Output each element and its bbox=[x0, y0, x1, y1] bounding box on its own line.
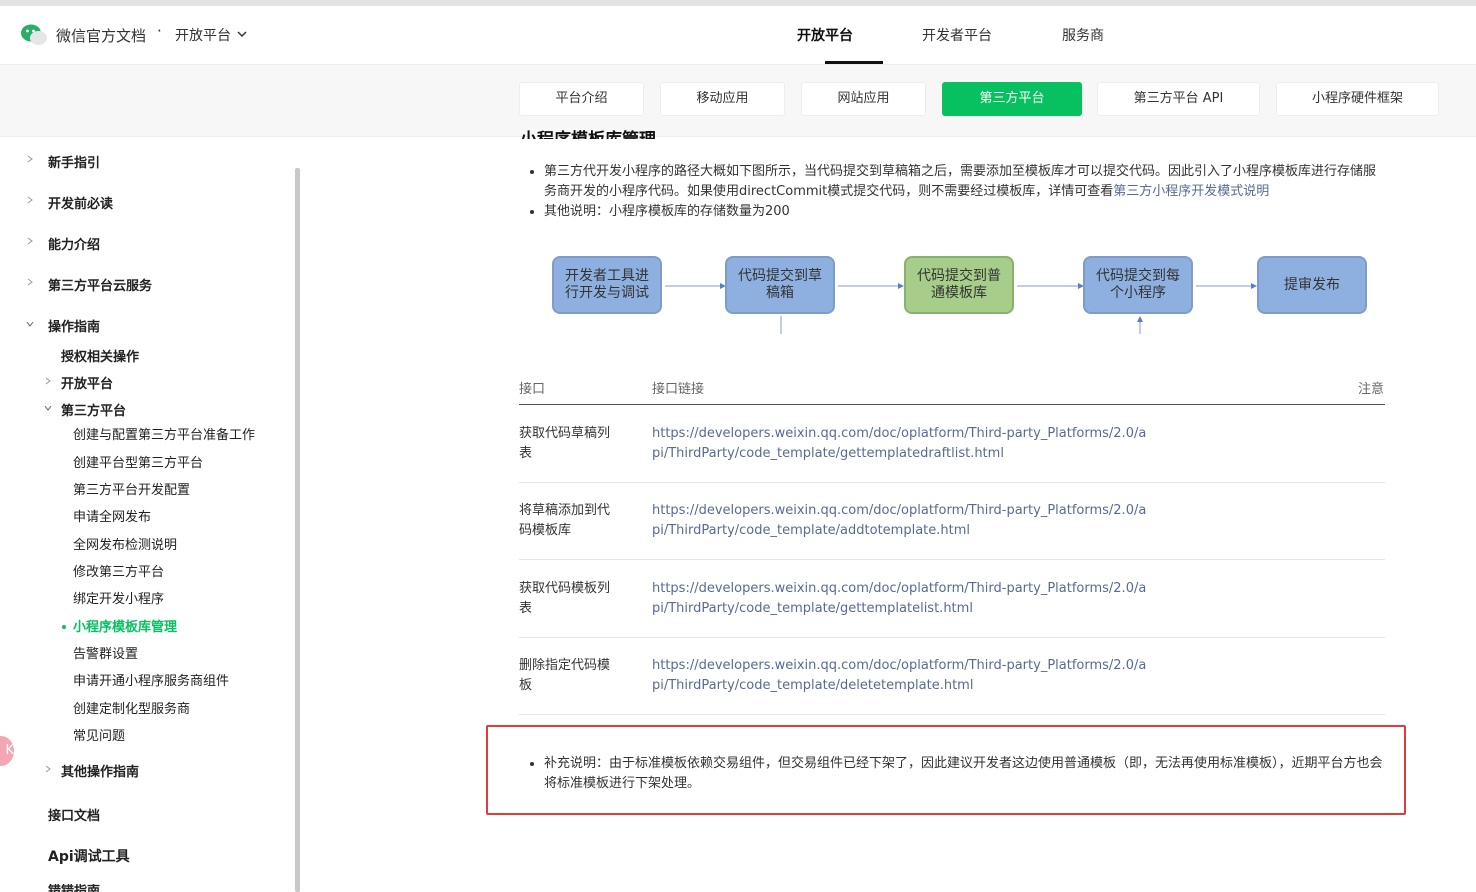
sidebar-scrollbar[interactable] bbox=[295, 168, 300, 892]
supplementary-note: 补充说明：由于标准模板依赖交易组件，但交易组件已经下架了，因此建议开发者这边使用… bbox=[527, 754, 1387, 794]
sidebar-subitem[interactable]: 申请开通小程序服务商组件 bbox=[73, 670, 229, 689]
bullet-item: 其他说明：小程序模板库的存储数量为200 bbox=[544, 202, 1387, 222]
sidebar-item-api-docs[interactable]: 接口文档 bbox=[48, 805, 100, 824]
sidebar-item-api-debug[interactable]: Api调试工具 bbox=[48, 846, 130, 866]
flow-step-draft: 代码提交到草稿箱 bbox=[725, 256, 835, 314]
intro-bullets: 第三方代开发小程序的路径大概如下图所示，当代码提交到草稿箱之后，需要添加至模板库… bbox=[527, 162, 1387, 222]
flow-step-template-library: 代码提交到普通模板库 bbox=[904, 256, 1014, 314]
api-name: 获取代码草稿列表 bbox=[519, 426, 611, 461]
api-url-link[interactable]: https://developers.weixin.qq.com/doc/opl… bbox=[652, 656, 1152, 696]
sidebar-subitem[interactable]: 常见问题 bbox=[73, 725, 125, 744]
dev-mode-link[interactable]: 第三方小程序开发模式说明 bbox=[1113, 184, 1269, 199]
flow-step-submit-review: 提审发布 bbox=[1257, 256, 1367, 314]
table-header-api: 接口 bbox=[519, 382, 546, 397]
tab-third-party-platform[interactable]: 第三方平台 bbox=[942, 82, 1082, 116]
sidebar-item-capabilities[interactable]: 能力介绍 bbox=[48, 234, 100, 253]
chevron-down-icon[interactable] bbox=[236, 28, 248, 40]
chevron-right-icon[interactable] bbox=[44, 377, 52, 385]
sidebar-subitem[interactable]: 创建平台型第三方平台 bbox=[73, 452, 203, 471]
flow-step-each-mini-program: 代码提交到每个小程序 bbox=[1083, 256, 1193, 314]
sidebar-item-operation-guide[interactable]: 操作指南 bbox=[48, 316, 100, 335]
table-header-link: 接口链接 bbox=[652, 382, 705, 397]
topnav-open-platform[interactable]: 开放平台 bbox=[797, 25, 853, 45]
row-divider bbox=[519, 637, 1385, 638]
tab-third-party-api[interactable]: 第三方平台 API bbox=[1097, 82, 1260, 116]
table-header-note: 注意 bbox=[1358, 382, 1385, 397]
chevron-down-icon[interactable] bbox=[44, 404, 52, 412]
sidebar-subitem[interactable]: 告警群设置 bbox=[73, 643, 138, 662]
row-divider bbox=[519, 482, 1385, 483]
tab-mobile-app[interactable]: 移动应用 bbox=[660, 82, 785, 116]
chevron-down-icon[interactable] bbox=[26, 320, 34, 328]
sidebar-item-getting-started[interactable]: 新手指引 bbox=[48, 152, 100, 171]
api-url-link[interactable]: https://developers.weixin.qq.com/doc/opl… bbox=[652, 424, 1152, 464]
sidebar-subitem[interactable]: 第三方平台开发配置 bbox=[73, 479, 190, 498]
wechat-logo-icon bbox=[21, 24, 47, 45]
sidebar-subitem[interactable]: 创建定制化型服务商 bbox=[73, 698, 190, 717]
tab-mini-program-hardware[interactable]: 小程序硬件框架 bbox=[1276, 82, 1439, 116]
sidebar-item-cloud-service[interactable]: 第三方平台云服务 bbox=[48, 275, 152, 294]
active-indicator-dot bbox=[62, 625, 66, 629]
sidebar-subitem[interactable]: 创建与配置第三方平台准备工作 bbox=[73, 424, 255, 443]
chevron-right-icon[interactable] bbox=[26, 196, 34, 204]
sidebar-subitem[interactable]: 全网发布检测说明 bbox=[73, 534, 177, 553]
floating-badge[interactable]: K bbox=[0, 736, 14, 766]
sidebar-item-before-dev[interactable]: 开发前必读 bbox=[48, 193, 113, 212]
api-url-link[interactable]: https://developers.weixin.qq.com/doc/opl… bbox=[652, 579, 1152, 619]
brand-title[interactable]: 微信官方文档 bbox=[56, 25, 146, 46]
table-header-divider bbox=[519, 404, 1385, 405]
tab-website-app[interactable]: 网站应用 bbox=[801, 82, 926, 116]
api-name: 删除指定代码模板 bbox=[519, 658, 611, 693]
topnav-developer-platform[interactable]: 开发者平台 bbox=[922, 25, 992, 45]
api-name: 获取代码模板列表 bbox=[519, 581, 611, 616]
note-text: 补充说明：由于标准模板依赖交易组件，但交易组件已经下架了，因此建议开发者这边使用… bbox=[544, 754, 1387, 794]
sub-navigation: 平台介绍 移动应用 网站应用 第三方平台 第三方平台 API 小程序硬件框架 bbox=[0, 65, 1476, 137]
brand-separator: · bbox=[157, 22, 162, 40]
sidebar-subitem[interactable]: 绑定开发小程序 bbox=[73, 588, 164, 607]
tab-platform-intro[interactable]: 平台介绍 bbox=[519, 82, 644, 116]
top-header: 微信官方文档 · 开放平台 开放平台 开发者平台 服务商 bbox=[0, 6, 1476, 65]
api-url-link[interactable]: https://developers.weixin.qq.com/doc/opl… bbox=[652, 501, 1152, 541]
row-divider bbox=[519, 559, 1385, 560]
sidebar-item-auth[interactable]: 授权相关操作 bbox=[61, 346, 139, 365]
bullet-item: 第三方代开发小程序的路径大概如下图所示，当代码提交到草稿箱之后，需要添加至模板库… bbox=[544, 162, 1387, 202]
chevron-right-icon[interactable] bbox=[26, 278, 34, 286]
sidebar-subitem[interactable]: 修改第三方平台 bbox=[73, 561, 164, 580]
sidebar-item-third-party[interactable]: 第三方平台 bbox=[61, 400, 126, 419]
sidebar-item-other-guides[interactable]: 其他操作指南 bbox=[61, 761, 139, 780]
sidebar-item-open-platform[interactable]: 开放平台 bbox=[61, 373, 113, 392]
chevron-right-icon[interactable] bbox=[44, 765, 52, 773]
sidebar-subitem-active[interactable]: 小程序模板库管理 bbox=[73, 616, 177, 635]
product-switcher[interactable]: 开放平台 bbox=[175, 25, 231, 45]
flow-step-devtools: 开发者工具进行开发与调试 bbox=[552, 256, 662, 314]
topnav-service-provider[interactable]: 服务商 bbox=[1062, 25, 1104, 45]
row-divider bbox=[519, 714, 1385, 715]
chevron-right-icon[interactable] bbox=[26, 155, 34, 163]
chevron-right-icon[interactable] bbox=[26, 237, 34, 245]
sidebar-subitem[interactable]: 申请全网发布 bbox=[73, 506, 151, 525]
api-name: 将草稿添加到代码模板库 bbox=[519, 503, 611, 538]
active-nav-underline bbox=[825, 61, 883, 64]
section-title: 小程序模板库管理 bbox=[520, 127, 656, 139]
sidebar-item-error-guide[interactable]: 错错指南 bbox=[48, 884, 100, 892]
